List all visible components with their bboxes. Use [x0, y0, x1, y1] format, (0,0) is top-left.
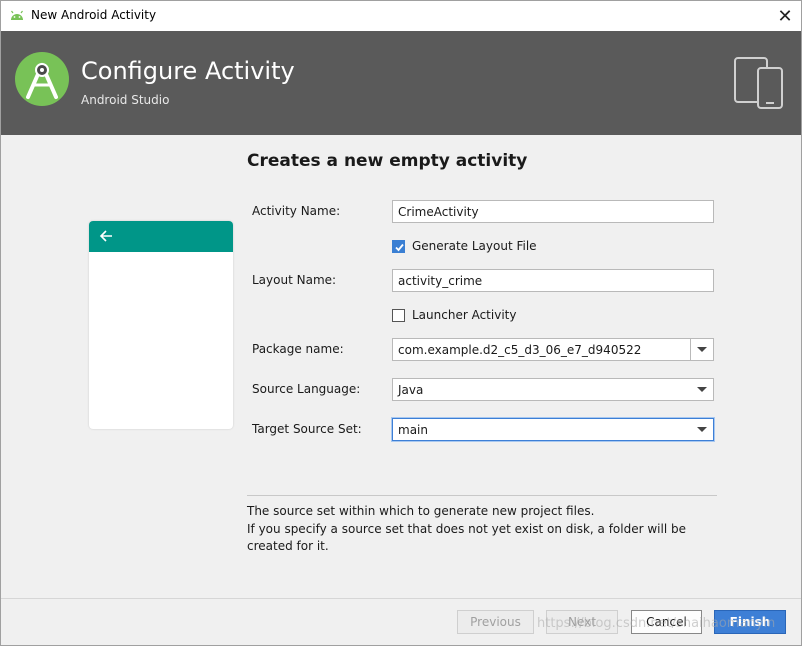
target-source-set-select[interactable]: main	[392, 418, 714, 441]
android-icon	[11, 10, 23, 20]
chevron-down-icon	[697, 387, 707, 392]
source-language-select[interactable]: Java	[392, 378, 714, 401]
cancel-button[interactable]: Cancel	[631, 610, 702, 634]
wizard-header: Configure Activity Android Studio	[1, 31, 801, 135]
activity-name-input[interactable]	[392, 200, 714, 223]
help-text: The source set within which to generate …	[247, 503, 717, 556]
next-button[interactable]: Next	[546, 610, 618, 634]
layout-name-input[interactable]	[392, 269, 714, 292]
page-title: Configure Activity	[81, 57, 295, 85]
finish-button[interactable]: Finish	[714, 610, 786, 634]
window-titlebar: New Android Activity ✕	[0, 0, 802, 31]
help-divider	[247, 495, 717, 496]
generate-layout-checkbox[interactable]	[392, 239, 405, 253]
launcher-activity-checkbox[interactable]	[392, 308, 405, 322]
activity-preview	[89, 221, 233, 429]
form-heading: Creates a new empty activity	[247, 151, 528, 171]
source-language-label: Source Language:	[252, 382, 361, 396]
help-line-2: If you specify a source set that does no…	[247, 521, 686, 554]
package-name-label: Package name:	[252, 342, 344, 356]
package-name-value: com.example.d2_c5_d3_06_e7_d940522	[398, 343, 642, 357]
chevron-down-icon[interactable]	[697, 347, 707, 352]
target-source-set-value: main	[398, 423, 428, 437]
activity-name-label: Activity Name:	[252, 204, 341, 218]
help-line-1: The source set within which to generate …	[247, 504, 595, 518]
generate-layout-label: Generate Layout File	[412, 239, 537, 253]
close-icon: ✕	[777, 5, 793, 27]
previous-button[interactable]: Previous	[457, 610, 534, 634]
generate-layout-checkbox-row[interactable]: Generate Layout File	[392, 239, 537, 253]
back-arrow-icon	[99, 230, 112, 242]
android-studio-logo-icon	[15, 52, 69, 106]
page-subtitle: Android Studio	[81, 93, 170, 107]
preview-toolbar	[89, 221, 233, 252]
launcher-activity-label: Launcher Activity	[412, 308, 517, 322]
footer-divider	[1, 598, 801, 599]
close-button[interactable]: ✕	[769, 1, 801, 31]
window-title: New Android Activity	[31, 8, 157, 22]
layout-name-label: Layout Name:	[252, 273, 337, 287]
launcher-activity-checkbox-row[interactable]: Launcher Activity	[392, 308, 516, 322]
chevron-down-icon	[697, 427, 707, 432]
checkmark-icon	[395, 243, 404, 251]
devices-icon	[734, 57, 783, 109]
target-source-set-label: Target Source Set:	[252, 422, 362, 436]
source-language-value: Java	[398, 383, 424, 397]
package-name-combobox[interactable]: com.example.d2_c5_d3_06_e7_d940522	[392, 338, 714, 361]
